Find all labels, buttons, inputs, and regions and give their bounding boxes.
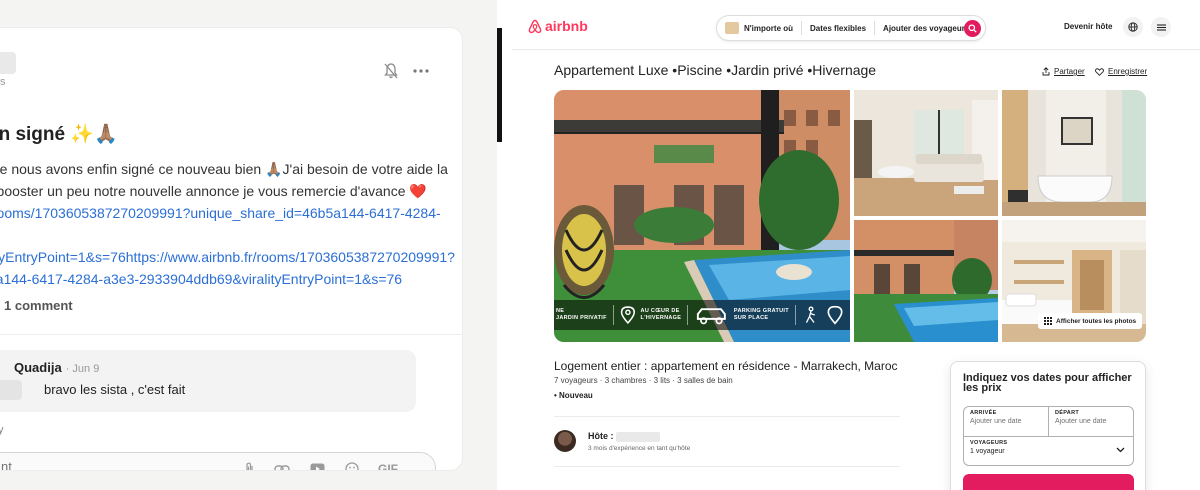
gif-icon[interactable]: GIF: [377, 461, 399, 470]
comment-text: bravo les sista , c'est fait: [44, 382, 186, 397]
amenity-location: AU CŒUR DE L'HIVERNAGE: [614, 305, 689, 325]
window-edge: [497, 28, 502, 142]
guests-label: VOYAGEURS: [970, 440, 1008, 446]
amenity-strip: NE JARDIN PRIVATIF AU CŒUR DE L'HIVERNAG…: [554, 300, 850, 330]
search-guests[interactable]: Ajouter des voyageurs: [875, 21, 977, 35]
divider: [554, 416, 900, 417]
post-body-line: nte nous avons enfin signé ce nouveau bi…: [0, 161, 448, 177]
comment-bubble: Quadija · Jun 9 bravo les sista , c'est f…: [0, 350, 416, 412]
pool-photo[interactable]: [854, 220, 998, 342]
departure-label: DÉPART: [1055, 410, 1080, 416]
host-name-redacted: [615, 431, 660, 442]
arrival-value: Ajouter une date: [970, 418, 1022, 425]
car-icon: [697, 308, 727, 325]
notification-bell-icon[interactable]: [380, 60, 402, 82]
post-title: en signé ✨🙏🏽: [0, 124, 118, 145]
listing-link[interactable]: [0, 224, 458, 246]
amenity-parking-label: PARKING GRATUIT SUR PLACE: [733, 308, 789, 321]
link-icon[interactable]: [274, 461, 290, 470]
search-anywhere-label: N'importe où: [744, 23, 794, 33]
chevron-down-icon[interactable]: [1116, 447, 1125, 453]
location-pin-icon: [620, 306, 635, 325]
save-label: Enregistrer: [1108, 67, 1148, 76]
living-room-photo[interactable]: [854, 90, 998, 216]
screenshot-stage: s en signé ✨🙏🏽 nte nous avons enfin sign…: [0, 0, 1200, 490]
host-name-row: Hôte :: [588, 431, 660, 442]
author-avatar[interactable]: [0, 52, 16, 74]
listing-subtitle: Logement entier : appartement en résiden…: [554, 359, 898, 373]
booking-card: Indiquez vos dates pour afficher les pri…: [950, 361, 1146, 490]
search-dates[interactable]: Dates flexibles: [802, 21, 876, 35]
guests-select[interactable]: VOYAGEURS 1 voyageur: [964, 437, 1133, 465]
new-badge: • Nouveau: [554, 391, 593, 400]
host-experience: 3 mois d'expérience en tant qu'hôte: [588, 445, 691, 452]
host-avatar[interactable]: [554, 430, 576, 452]
listing-title: Appartement Luxe •Piscine •Jardin privé …: [554, 62, 877, 78]
host-label: Hôte :: [588, 431, 614, 441]
arrival-label: ARRIVÉE: [970, 410, 997, 416]
comment-author-row: Quadija · Jun 9: [14, 360, 99, 375]
amenity-parking: PARKING GRATUIT SUR PLACE: [688, 305, 796, 325]
globe-icon[interactable]: [1123, 17, 1143, 37]
share-link[interactable]: Partager: [1042, 67, 1085, 76]
search-bar[interactable]: N'importe où Dates flexibles Ajouter des…: [716, 15, 986, 41]
listing-details: 7 voyageurs · 3 chambres · 3 lits · 3 sa…: [554, 376, 733, 385]
check-availability-button[interactable]: [963, 474, 1134, 490]
post-card: s en signé ✨🙏🏽 nte nous avons enfin sign…: [0, 28, 462, 470]
airbnb-logo-icon: [528, 19, 542, 33]
walking-icon: [805, 306, 815, 323]
show-all-photos-label: Afficher toutes les photos: [1056, 317, 1137, 325]
listing-link[interactable]: lityEntryPoint=1&s=76https://www.airbnb.…: [0, 246, 458, 268]
pin-icon: [827, 305, 843, 325]
main-photo[interactable]: NE JARDIN PRIVATIF AU CŒUR DE L'HIVERNAG…: [554, 90, 850, 342]
search-anywhere[interactable]: N'importe où: [717, 21, 803, 35]
listing-link[interactable]: 5a144-6417-4284-a3e3-2933904ddb69&virali…: [0, 268, 458, 290]
amenity-location-label: AU CŒUR DE L'HIVERNAGE: [640, 308, 682, 321]
comment-input[interactable]: [1, 459, 241, 470]
post-body: nte nous avons enfin signé ce nouveau bi…: [0, 158, 458, 290]
grid-icon: [1044, 317, 1052, 325]
booking-title: Indiquez vos dates pour afficher les pri…: [963, 372, 1132, 394]
video-icon[interactable]: [309, 461, 325, 470]
menu-icon[interactable]: [1151, 17, 1171, 37]
bathroom-photo[interactable]: [1002, 90, 1146, 216]
amenity-garden: NE JARDIN PRIVATIF: [554, 305, 614, 325]
save-link[interactable]: Enregistrer: [1095, 67, 1147, 76]
departure-date-field[interactable]: DÉPART Ajouter une date: [1049, 407, 1133, 437]
share-label: Partager: [1054, 67, 1085, 76]
heart-icon: [1095, 67, 1104, 76]
divider: [554, 466, 900, 467]
amenity-garden-label: NE JARDIN PRIVATIF: [556, 308, 607, 321]
share-icon: [1042, 67, 1050, 76]
comments-count[interactable]: 1 comment: [0, 298, 73, 313]
airbnb-logo[interactable]: airbnb: [528, 18, 588, 34]
amenity-walk: [796, 305, 850, 325]
listing-link[interactable]: /rooms/1703605387270209991?unique_share_…: [0, 202, 458, 224]
comment-author[interactable]: Quadija: [14, 360, 62, 375]
paperclip-icon[interactable]: [241, 461, 257, 470]
post-meta: s: [0, 76, 6, 88]
house-icon: [725, 22, 739, 34]
divider: [0, 334, 462, 335]
departure-value: Ajouter une date: [1055, 418, 1107, 425]
post-body-line: r booster un peu notre nouvelle annonce …: [0, 183, 427, 199]
airbnb-page: airbnb N'importe où Dates flexibles Ajou…: [512, 0, 1200, 490]
emoji-icon[interactable]: [344, 461, 360, 470]
more-options-icon[interactable]: [410, 60, 432, 82]
show-all-photos-button[interactable]: Afficher toutes les photos: [1038, 313, 1143, 329]
booking-fields: ARRIVÉE Ajouter une date DÉPART Ajouter …: [963, 406, 1134, 466]
photo-gallery: NE JARDIN PRIVATIF AU CŒUR DE L'HIVERNAG…: [554, 90, 1146, 342]
comment-date: · Jun 9: [65, 363, 100, 375]
comment-input-box[interactable]: GIF: [0, 452, 436, 470]
become-host-link[interactable]: Devenir hôte: [1064, 22, 1112, 31]
search-button[interactable]: [964, 20, 981, 37]
airbnb-wordmark: airbnb: [545, 18, 588, 34]
comment-avatar: [0, 380, 22, 400]
airbnb-header: airbnb N'importe où Dates flexibles Ajou…: [512, 0, 1200, 50]
reply-link[interactable]: y: [0, 424, 4, 436]
guests-value: 1 voyageur: [970, 448, 1005, 455]
search-icon: [968, 24, 977, 33]
arrival-date-field[interactable]: ARRIVÉE Ajouter une date: [964, 407, 1049, 437]
comments-count-label: 1 comment: [4, 298, 73, 313]
